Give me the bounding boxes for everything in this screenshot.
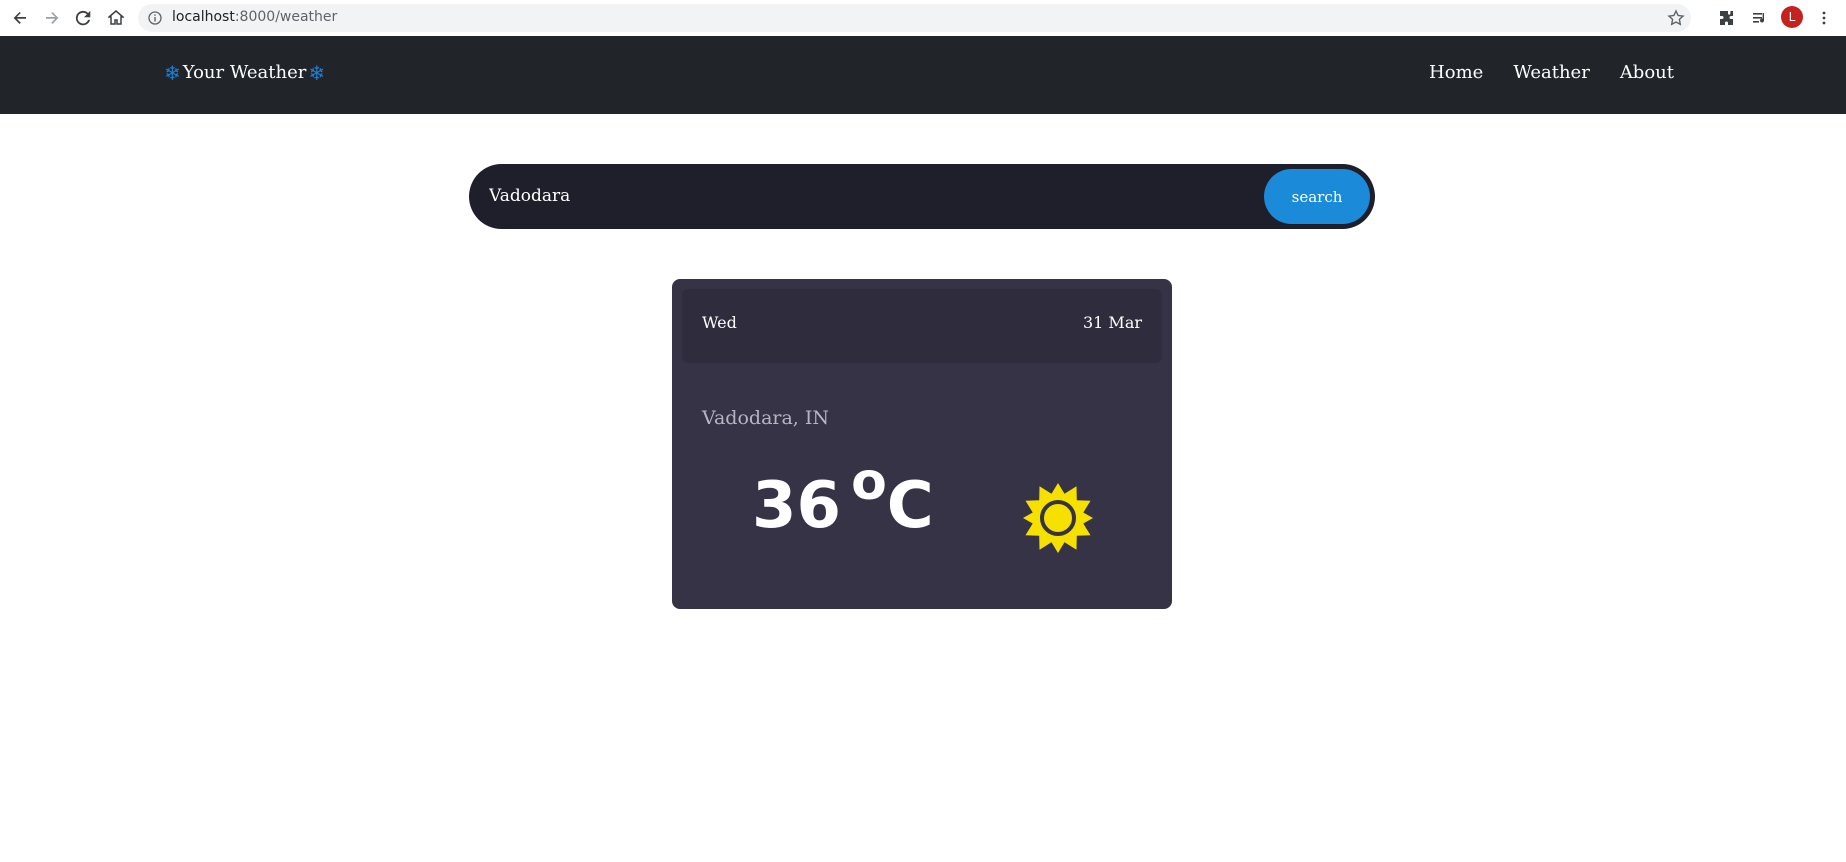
browser-toolbar: localhost:8000/weather L <box>0 0 1846 36</box>
date-label: 31 Mar <box>1082 313 1142 332</box>
sun-icon <box>1023 483 1093 553</box>
search-bar: search <box>469 164 1375 229</box>
brand-text: Your Weather <box>182 62 307 83</box>
info-icon[interactable] <box>148 11 162 25</box>
nav-link-weather[interactable]: Weather <box>1513 62 1590 83</box>
temperature-unit: C <box>886 469 934 543</box>
weekday-label: Wed <box>702 313 737 332</box>
profile-avatar[interactable]: L <box>1781 6 1803 28</box>
search-button[interactable]: search <box>1264 169 1370 224</box>
city-search-input[interactable] <box>489 180 1249 212</box>
bookmark-star-icon[interactable] <box>1667 9 1685 27</box>
forward-icon[interactable] <box>40 6 64 30</box>
back-icon[interactable] <box>8 6 32 30</box>
temperature-display: 36 o C <box>752 456 934 543</box>
media-queue-icon[interactable] <box>1748 6 1772 30</box>
site-navbar: ❄ Your Weather ❄ Home Weather About <box>0 36 1846 114</box>
nav-links: Home Weather About <box>1429 62 1674 83</box>
degree-symbol: o <box>851 452 887 512</box>
location-label: Vadodara, IN <box>702 407 830 429</box>
nav-link-about[interactable]: About <box>1620 62 1674 83</box>
home-icon[interactable] <box>104 6 128 30</box>
snowflake-icon: ❄ <box>308 60 326 85</box>
nav-link-home[interactable]: Home <box>1429 62 1483 83</box>
url-text: localhost:8000/weather <box>172 9 338 25</box>
reload-icon[interactable] <box>71 6 95 30</box>
address-bar[interactable]: localhost:8000/weather <box>138 4 1691 32</box>
weather-card: Wed 31 Mar Vadodara, IN 36 o C <box>672 279 1172 609</box>
temperature-value: 36 <box>752 469 842 543</box>
weather-card-header: Wed 31 Mar <box>682 289 1162 363</box>
extensions-icon[interactable] <box>1715 6 1739 30</box>
browser-menu-icon[interactable] <box>1812 6 1836 30</box>
brand-logo[interactable]: ❄ Your Weather ❄ <box>164 62 325 83</box>
sun-core <box>1040 500 1076 536</box>
snowflake-icon: ❄ <box>164 60 181 85</box>
